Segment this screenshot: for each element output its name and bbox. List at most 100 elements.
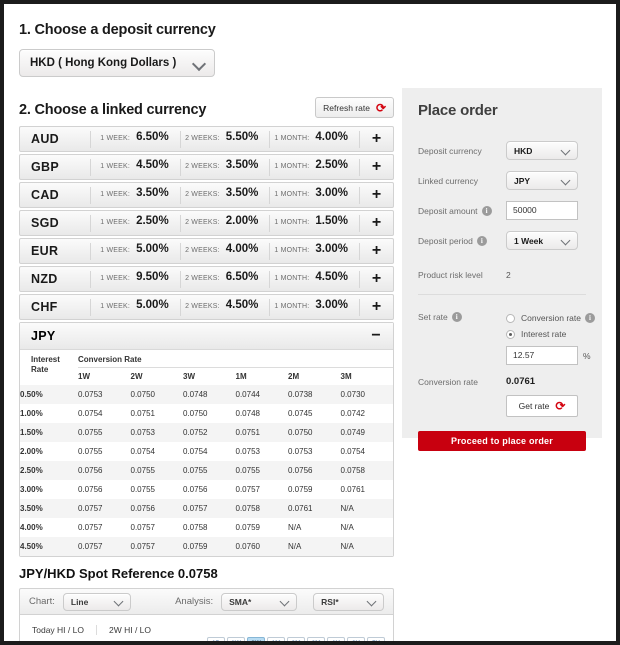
table-row[interactable]: 1.00% 0.0754 0.0751 0.0750 0.0748 0.0745 0.074… — [20, 404, 393, 423]
currency-row[interactable]: NZD 1 WEEK: 9.50% 2 WEEKS: 6.50% 1 MONTH: 4.50… — [19, 266, 394, 292]
tenor-value: 3.00% — [315, 186, 349, 199]
time-range-button[interactable]: 2W — [247, 637, 265, 641]
table-row[interactable]: 2.00% 0.0755 0.0754 0.0754 0.0753 0.0753 0.075… — [20, 442, 393, 461]
info-icon[interactable]: i — [451, 312, 462, 322]
table-row[interactable]: 2.50% 0.0756 0.0755 0.0755 0.0755 0.0756 0.075… — [20, 461, 393, 480]
currency-row[interactable]: AUD 1 WEEK: 6.50% 2 WEEKS: 5.50% 1 MONTH: 4.00… — [19, 126, 394, 152]
currency-code: AUD — [31, 132, 59, 146]
time-range-button[interactable]: 3Y — [347, 637, 365, 641]
currency-row[interactable]: CHF 1 WEEK: 5.00% 2 WEEKS: 4.50% 1 MONTH: 3.00… — [19, 294, 394, 320]
analysis-label: Analysis: — [175, 596, 214, 607]
collapse-toggle-icon[interactable]: − — [359, 327, 393, 345]
hilo-today-label: Today HI / LO — [32, 624, 84, 635]
currency-row[interactable]: GBP 1 WEEK: 4.50% 2 WEEKS: 3.50% 1 MONTH: 2.50… — [19, 154, 394, 180]
tenor-1-week: 1 WEEK: 4.50% — [90, 158, 180, 176]
tenor-label: 1 WEEK: — [100, 302, 131, 310]
expand-toggle-icon[interactable]: + — [359, 214, 393, 232]
time-range-button[interactable]: 5Y — [367, 637, 385, 641]
chevron-down-icon — [193, 57, 206, 70]
panel-linked-currency-select[interactable]: JPY — [506, 171, 578, 190]
get-rate-button[interactable]: Get rate ⟳ — [506, 395, 578, 417]
expand-toggle-icon[interactable]: + — [359, 130, 393, 148]
conversion-rate-cell: N/A — [288, 523, 302, 532]
currency-code: CHF — [31, 300, 58, 314]
deposit-currency-select[interactable]: HKD ( Hong Kong Dollars ) — [19, 49, 215, 77]
conversion-rate-cell: 0.0756 — [78, 485, 103, 494]
time-range-button[interactable]: 1W — [227, 637, 245, 641]
spot-reference: JPY/HKD Spot Reference 0.0758 — [19, 566, 218, 581]
info-icon[interactable]: i — [481, 205, 492, 216]
currency-code: CAD — [31, 188, 59, 202]
get-rate-row: Get rate ⟳ — [402, 395, 602, 417]
tenor-1-week: 1 WEEK: 3.50% — [90, 186, 180, 204]
conversion-rate-cell: 0.0761 — [288, 504, 313, 513]
tenor-label: 1 MONTH: — [274, 190, 310, 198]
conversion-rate-cell: 0.0754 — [183, 447, 208, 456]
deposit-amount-label-text: Deposit amount — [418, 205, 478, 216]
info-icon[interactable]: i — [476, 235, 487, 246]
expand-toggle-icon[interactable]: + — [359, 270, 393, 288]
tenor-label: 1 MONTH: — [274, 274, 310, 282]
conversion-rate-cell: 0.0754 — [78, 409, 103, 418]
refresh-rate-button[interactable]: Refresh rate ⟳ — [315, 97, 394, 118]
radio-conversion-rate[interactable]: Conversion rate i — [506, 313, 596, 323]
deposit-amount-input[interactable]: 50000 — [506, 201, 578, 220]
analysis-sma-select[interactable]: SMA* — [221, 592, 298, 611]
currency-row[interactable]: EUR 1 WEEK: 5.00% 2 WEEKS: 4.00% 1 MONTH: 3.00… — [19, 238, 394, 264]
radio-interest-rate[interactable]: Interest rate — [506, 329, 595, 339]
info-icon[interactable]: i — [585, 313, 596, 323]
tenor-1-week: 1 WEEK: 9.50% — [90, 270, 180, 288]
conversion-rate-cell: 0.0757 — [78, 504, 103, 513]
time-range-button[interactable]: 1M — [267, 637, 285, 641]
expand-toggle-icon[interactable]: + — [359, 242, 393, 260]
time-range-button[interactable]: 6M — [307, 637, 325, 641]
tenor-value: 4.00% — [225, 242, 259, 255]
table-row[interactable]: 4.50% 0.0757 0.0757 0.0759 0.0760 N/A N/A — [20, 537, 393, 556]
rate-input[interactable]: 12.57 — [506, 346, 578, 365]
expand-toggle-icon[interactable]: + — [359, 298, 393, 316]
currency-row[interactable]: CAD 1 WEEK: 3.50% 2 WEEKS: 3.50% 1 MONTH: 3.00… — [19, 182, 394, 208]
proceed-to-place-order-button[interactable]: Proceed to place order — [418, 431, 586, 451]
tenor-label: 1 MONTH: — [274, 134, 310, 142]
conversion-rate-cell: 0.0759 — [183, 542, 208, 551]
analysis-rsi-value: RSI* — [321, 596, 339, 607]
expanded-currency-header[interactable]: JPY − — [20, 323, 393, 350]
analysis-rsi-select[interactable]: RSI* — [313, 592, 384, 611]
currency-code: GBP — [31, 160, 59, 174]
currency-row[interactable]: SGD 1 WEEK: 2.50% 2 WEEKS: 2.00% 1 MONTH: 1.50… — [19, 210, 394, 236]
chevron-down-icon — [561, 175, 572, 186]
table-head: Interest Rate Conversion Rate 1W 2W 3W 1M 2M… — [20, 350, 393, 385]
conversion-rate-cell: 0.0750 — [130, 390, 155, 399]
conversion-rate-cell: 0.0758 — [183, 523, 208, 532]
table-row[interactable]: 4.00% 0.0757 0.0757 0.0758 0.0759 N/A N/A — [20, 518, 393, 537]
deposit-currency-row: Deposit currency HKD — [402, 141, 602, 160]
deposit-currency-value: HKD ( Hong Kong Dollars ) — [30, 57, 177, 69]
tenor-value: 4.50% — [315, 270, 349, 283]
radio-button-unselected-icon[interactable] — [506, 313, 515, 323]
time-range-button[interactable]: 3M — [287, 637, 305, 641]
conversion-rate-cell: 0.0730 — [340, 390, 365, 399]
tenor-label: 2 WEEKS: — [185, 218, 220, 226]
chevron-down-icon — [280, 596, 291, 607]
radio-button-selected-icon[interactable] — [506, 329, 515, 339]
column-header: 2W — [130, 372, 143, 381]
conversion-rate-value: 0.0761 — [506, 376, 536, 387]
conversion-rate-cell: 0.0748 — [235, 409, 260, 418]
expand-toggle-icon[interactable]: + — [359, 186, 393, 204]
deposit-period-select[interactable]: 1 Week — [506, 231, 578, 250]
conversion-rate-cell: 0.0758 — [235, 504, 260, 513]
chart-type-select[interactable]: Line — [62, 592, 132, 611]
place-order-panel: Place order Deposit currency HKD Linked … — [402, 88, 602, 451]
table-row[interactable]: 3.00% 0.0756 0.0755 0.0756 0.0757 0.0759 0.076… — [20, 480, 393, 499]
conversion-rate-cell: 0.0752 — [183, 428, 208, 437]
tenor-2-weeks: 2 WEEKS: 2.00% — [179, 214, 270, 232]
expand-toggle-icon[interactable]: + — [359, 158, 393, 176]
time-range-button[interactable]: 1D — [207, 637, 225, 641]
panel-deposit-currency-select[interactable]: HKD — [506, 141, 578, 160]
table-row[interactable]: 1.50% 0.0755 0.0753 0.0752 0.0751 0.0750 0.074… — [20, 423, 393, 442]
table-row[interactable]: 3.50% 0.0757 0.0756 0.0757 0.0758 0.0761 N/A — [20, 499, 393, 518]
tenor-1-week: 1 WEEK: 5.00% — [90, 242, 180, 260]
time-range-button[interactable]: 1Y — [327, 637, 345, 641]
table-row[interactable]: 0.50% 0.0753 0.0750 0.0748 0.0744 0.0738 0.073… — [20, 385, 393, 404]
tenor-label: 2 WEEKS: — [185, 190, 220, 198]
